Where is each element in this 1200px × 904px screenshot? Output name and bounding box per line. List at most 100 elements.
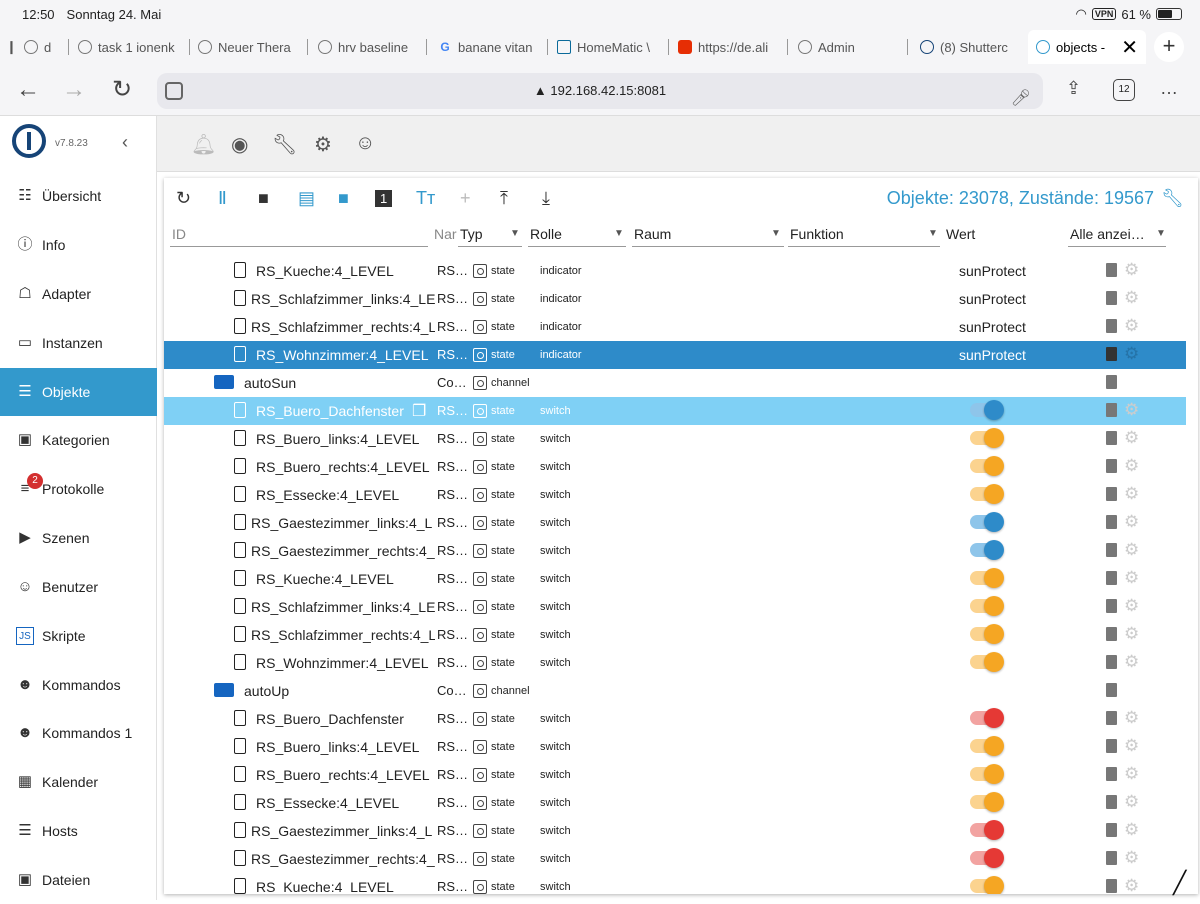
collapse-chevron-icon[interactable]: ‹	[122, 132, 128, 153]
value-toggle[interactable]	[970, 596, 1004, 616]
browser-tab[interactable]: task 1 ionenk	[78, 30, 186, 64]
browser-tab-active[interactable]: objects - ✕	[1028, 30, 1146, 64]
upload-icon[interactable]: ⤒	[500, 188, 508, 209]
delete-icon[interactable]	[1106, 571, 1117, 585]
table-row[interactable]: RS_Gaestezimmer_rechts:4_ RS… state switch ⚙	[164, 537, 1186, 565]
gear-icon[interactable]: ⚙	[1124, 821, 1139, 839]
table-row[interactable]: RS_Gaestezimmer_links:4_L RS… state switch ⚙	[164, 509, 1186, 537]
show-filter[interactable]: Alle anzei…	[1070, 226, 1145, 242]
gear-icon[interactable]: ⚙	[1124, 289, 1139, 307]
browser-tab[interactable]: (8) Shutterc	[920, 30, 1018, 64]
role-filter[interactable]: Rolle	[530, 226, 562, 242]
sidebar-toggle-icon[interactable]: ❙	[6, 39, 17, 55]
table-row[interactable]: RS_Schlafzimmer_rechts:4_L RS… state indica…	[164, 313, 1186, 341]
copy-icon[interactable]: ❐	[412, 401, 426, 421]
new-tab-button[interactable]: +	[1154, 32, 1184, 62]
gear-icon[interactable]: ⚙	[1124, 513, 1139, 531]
add-icon[interactable]: +	[460, 188, 471, 209]
gear-icon[interactable]: ⚙	[1124, 485, 1139, 503]
gear-icon[interactable]: ⚙	[1124, 401, 1139, 419]
value-toggle[interactable]	[970, 484, 1004, 504]
gear-icon[interactable]: ⚙	[1124, 709, 1139, 727]
sidebar-item[interactable]: ☻ Kommandos	[0, 661, 157, 709]
bell-icon[interactable]: 🔔︎	[191, 132, 216, 157]
gear-icon[interactable]: ⚙	[1124, 597, 1139, 615]
delete-icon[interactable]	[1106, 823, 1117, 837]
delete-icon[interactable]	[1106, 627, 1117, 641]
gear-icon[interactable]: ⚙	[1124, 457, 1139, 475]
browser-tab[interactable]: https://de.ali	[678, 30, 778, 64]
room-filter[interactable]: Raum	[634, 226, 671, 242]
table-row[interactable]: RS_Essecke:4_LEVEL RS… state switch ⚙	[164, 481, 1186, 509]
share-icon[interactable]: ⇪	[1066, 78, 1081, 99]
table-row[interactable]: RS_Kueche:4_LEVEL RS… state switch ⚙	[164, 873, 1186, 894]
table-row[interactable]: autoSun Co… channel	[164, 369, 1186, 397]
gear-icon[interactable]: ⚙	[1124, 261, 1139, 279]
sidebar-item[interactable]: ☺ Benutzer	[0, 563, 157, 611]
gear-icon[interactable]: ⚙	[1124, 737, 1139, 755]
table-row[interactable]: autoUp Co… channel	[164, 677, 1186, 705]
gear-icon[interactable]: ⚙	[1124, 625, 1139, 643]
address-bar[interactable]: ▲ 192.168.42.15:8081 🎤︎	[157, 73, 1043, 109]
folder-open-icon[interactable]	[214, 683, 234, 697]
id-filter[interactable]: ID	[172, 226, 186, 242]
reload-icon[interactable]: ↻	[112, 76, 132, 104]
delete-icon[interactable]	[1106, 879, 1117, 893]
delete-icon[interactable]	[1106, 711, 1117, 725]
chevron-down-icon[interactable]: ▼	[614, 228, 624, 239]
sidebar-item[interactable]: ▶ Szenen	[0, 514, 157, 562]
sidebar-item[interactable]: ▦ Kalender	[0, 758, 157, 806]
value-toggle[interactable]	[970, 540, 1004, 560]
sidebar-item[interactable]: ☰ Hosts	[0, 807, 157, 855]
expert-mode-icon[interactable]: ☺	[355, 132, 375, 155]
more-icon[interactable]: …	[1160, 78, 1178, 99]
browser-tab[interactable]: HomeMatic \	[557, 30, 663, 64]
value-toggle[interactable]	[970, 876, 1004, 894]
table-row[interactable]: RS_Schlafzimmer_rechts:4_L RS… state switch…	[164, 621, 1186, 649]
gear-icon[interactable]: ⚙	[1124, 317, 1139, 335]
delete-icon[interactable]	[1106, 599, 1117, 613]
browser-tab[interactable]: Neuer Thera	[198, 30, 298, 64]
sidebar-item[interactable]: ☻ Kommandos 1	[0, 709, 157, 757]
delete-icon[interactable]	[1106, 487, 1117, 501]
gear-icon[interactable]: ⚙	[1124, 849, 1139, 867]
folder-open-icon[interactable]	[214, 375, 234, 389]
gear-icon[interactable]: ⚙	[1124, 429, 1139, 447]
eye-icon[interactable]: ◉	[231, 132, 248, 157]
delete-icon[interactable]	[1106, 655, 1117, 669]
value-toggle[interactable]	[970, 428, 1004, 448]
value-toggle[interactable]	[970, 736, 1004, 756]
delete-icon[interactable]	[1106, 515, 1117, 529]
gear-icon[interactable]: ⚙	[1124, 765, 1139, 783]
value-toggle[interactable]	[970, 400, 1004, 420]
sidebar-item[interactable]: ▣ Kategorien	[0, 416, 157, 464]
value-toggle[interactable]	[970, 848, 1004, 868]
table-row[interactable]: RS_Kueche:4_LEVEL RS… state switch ⚙	[164, 565, 1186, 593]
close-tab-icon[interactable]: ✕	[1121, 35, 1138, 60]
microphone-icon[interactable]: 🎤︎	[1011, 81, 1031, 117]
table-row[interactable]: RS_Buero_Dachfenster RS… state switch ⚙	[164, 705, 1186, 733]
delete-icon[interactable]	[1106, 459, 1117, 473]
table-row[interactable]: RS_Wohnzimmer:4_LEVEL RS… state switch ⚙	[164, 649, 1186, 677]
name-filter[interactable]: Nar	[434, 226, 457, 242]
type-filter[interactable]: Typ	[460, 226, 483, 242]
download-icon[interactable]: ⤓	[542, 188, 550, 209]
value-toggle[interactable]	[970, 764, 1004, 784]
delete-icon[interactable]	[1106, 851, 1117, 865]
value-toggle[interactable]	[970, 792, 1004, 812]
delete-icon[interactable]	[1106, 263, 1117, 277]
sidebar-item[interactable]: JS Skripte	[0, 612, 157, 660]
value-toggle[interactable]	[970, 512, 1004, 532]
value-toggle[interactable]	[970, 456, 1004, 476]
delete-icon[interactable]	[1106, 739, 1117, 753]
table-row[interactable]: RS_Buero_rechts:4_LEVEL RS… state switch ⚙	[164, 453, 1186, 481]
chevron-down-icon[interactable]: ▼	[1156, 228, 1166, 239]
columns-icon[interactable]: Ⅱ	[218, 188, 227, 209]
delete-icon[interactable]	[1106, 291, 1117, 305]
gear-icon[interactable]: ⚙	[1124, 569, 1139, 587]
settings-wrench-icon[interactable]: 🔧︎	[1161, 188, 1184, 209]
sidebar-item[interactable]: ▣ Dateien	[0, 856, 157, 904]
delete-icon[interactable]	[1106, 683, 1117, 697]
table-row[interactable]: RS_Gaestezimmer_rechts:4_ RS… state switch ⚙	[164, 845, 1186, 873]
delete-icon[interactable]	[1106, 767, 1117, 781]
